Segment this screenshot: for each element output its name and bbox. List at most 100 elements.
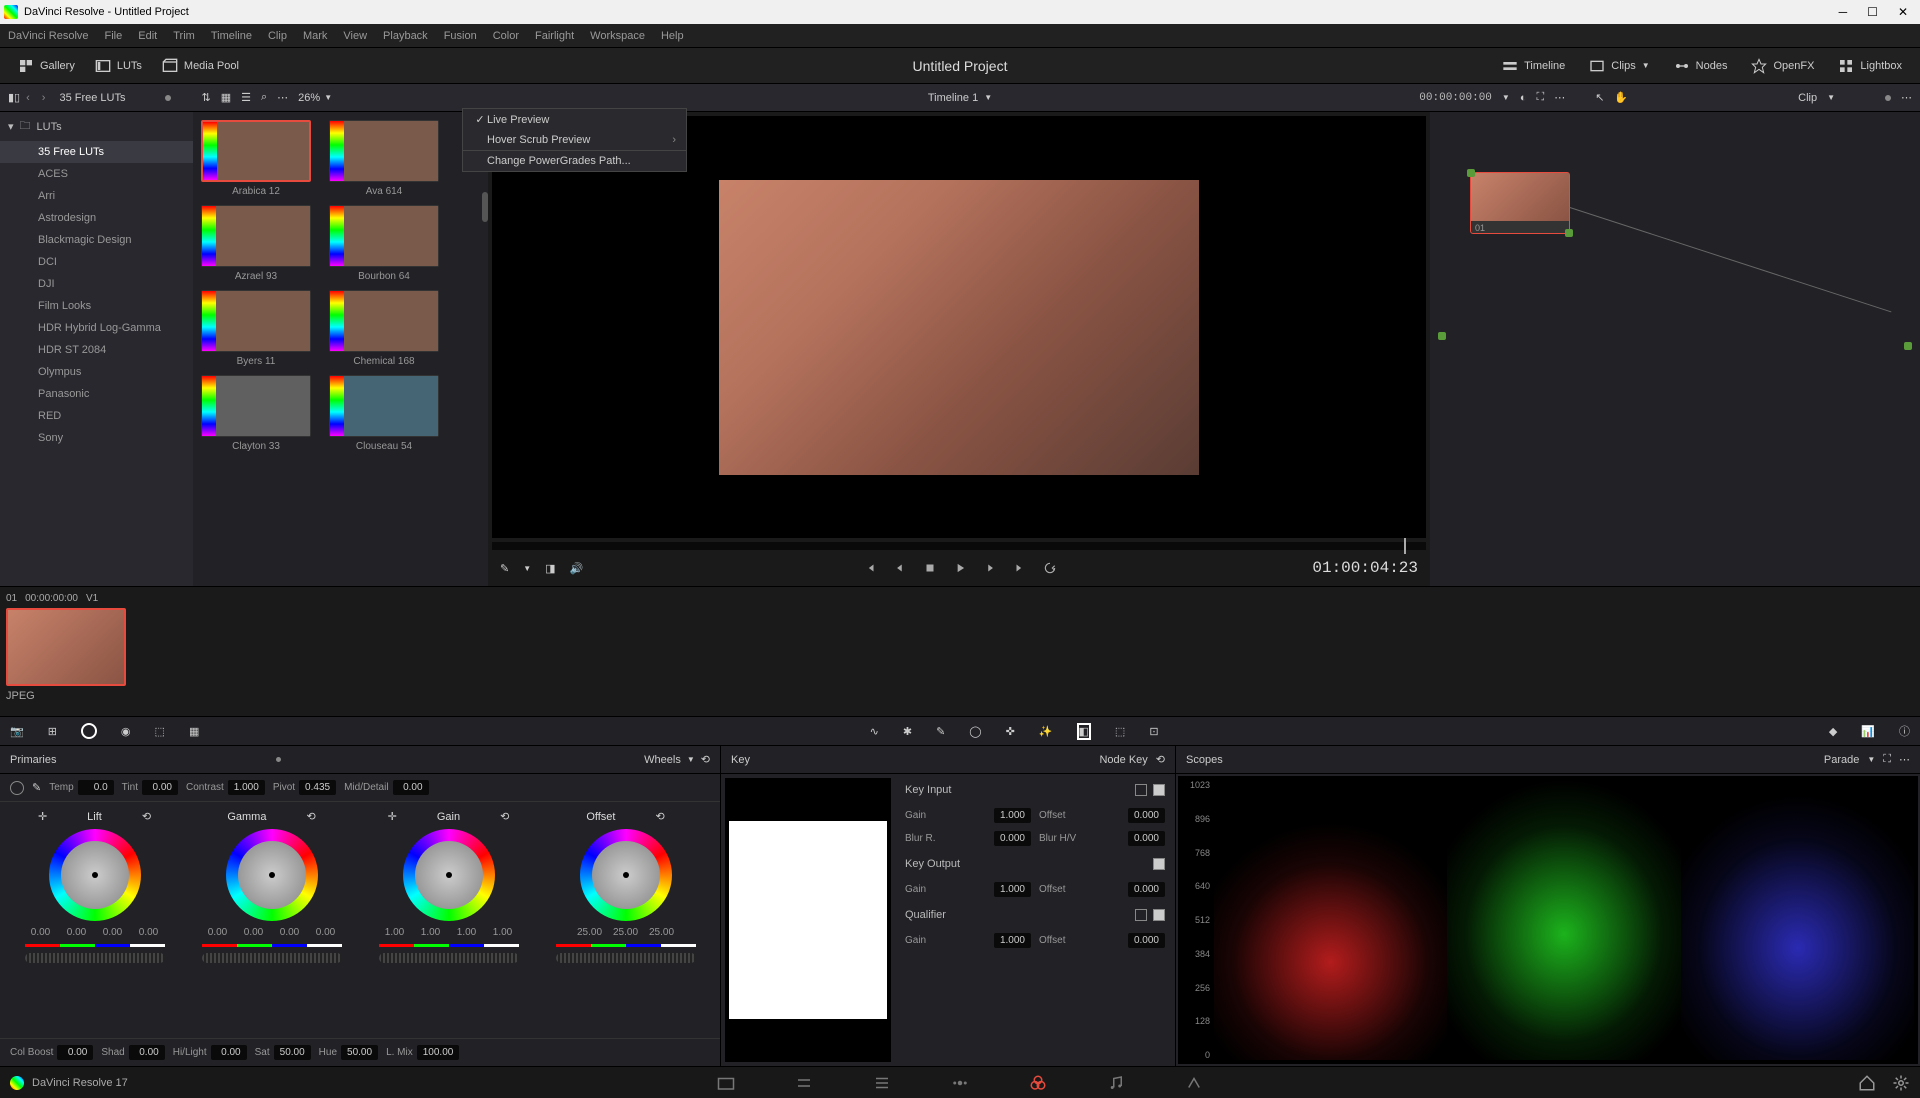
nodes-options-icon[interactable]: ⋯ <box>1901 91 1912 104</box>
gamma-jog[interactable] <box>202 953 342 963</box>
viewer-scrubber[interactable] <box>492 542 1426 550</box>
keyframe-icon[interactable]: ◆ <box>1829 725 1837 738</box>
lmix-input[interactable]: 100.00 <box>417 1045 460 1060</box>
window-icon[interactable]: ◯ <box>969 725 981 738</box>
prev-frame-icon[interactable] <box>893 561 907 575</box>
node-graph-output[interactable] <box>1904 342 1912 350</box>
clips-button[interactable]: Clips ▼ <box>1579 54 1659 78</box>
settings-icon[interactable] <box>1892 1074 1910 1092</box>
lut-folder-sony[interactable]: Sony <box>0 427 193 449</box>
lightbox-button[interactable]: Lightbox <box>1828 54 1912 78</box>
scrub-playhead[interactable] <box>1404 538 1406 554</box>
lut-folder-filmlooks[interactable]: Film Looks <box>0 295 193 317</box>
reference-wipe-icon[interactable]: ◐ <box>1520 92 1527 104</box>
lut-folder-aces[interactable]: ACES <box>0 163 193 185</box>
temp-input[interactable]: 0.0 <box>78 780 114 795</box>
menu-file[interactable]: File <box>105 30 123 42</box>
scopes-mode[interactable]: Parade <box>1824 754 1859 766</box>
lut-folder-dci[interactable]: DCI <box>0 251 193 273</box>
color-warper-icon[interactable]: ✱ <box>903 725 912 738</box>
scopes-expand-icon[interactable]: ⛶ <box>1883 753 1891 766</box>
color-page-icon[interactable] <box>1029 1074 1047 1092</box>
key-output-gain[interactable]: 1.000 <box>994 882 1031 897</box>
tracker-icon[interactable]: ✜ <box>1006 725 1015 738</box>
lut-folder-blackmagic[interactable]: Blackmagic Design <box>0 229 193 251</box>
viewer-timecode-display[interactable]: 01:00:04:23 <box>1312 559 1418 577</box>
node-key-label[interactable]: Node Key <box>1099 754 1147 766</box>
lut-folder-dji[interactable]: DJI <box>0 273 193 295</box>
picker-dropdown-icon[interactable]: ▼ <box>523 564 531 573</box>
next-frame-icon[interactable] <box>983 561 997 575</box>
lut-thumb-ava614[interactable]: Ava 614 <box>329 120 439 197</box>
openfx-button[interactable]: OpenFX <box>1741 54 1824 78</box>
lift-jog[interactable] <box>25 953 165 963</box>
nodes-button[interactable]: Nodes <box>1664 54 1738 78</box>
breadcrumb[interactable]: 35 Free LUTs <box>59 92 125 104</box>
magic-mask-icon[interactable]: ✨ <box>1039 725 1053 738</box>
node-01[interactable]: 01 <box>1470 172 1570 234</box>
gain-reset-icon[interactable]: ⟲ <box>500 810 509 823</box>
first-frame-icon[interactable] <box>863 561 877 575</box>
home-icon[interactable] <box>1858 1074 1876 1092</box>
menu-workspace[interactable]: Workspace <box>590 30 645 42</box>
nav-forward-icon[interactable]: › <box>36 90 52 106</box>
menu-edit[interactable]: Edit <box>138 30 157 42</box>
viewer-canvas[interactable] <box>492 116 1426 538</box>
zoom-level[interactable]: 26% <box>298 92 320 104</box>
cut-page-icon[interactable] <box>795 1074 813 1092</box>
sizing-icon[interactable]: ⊡ <box>1149 725 1158 738</box>
offset-jog[interactable] <box>556 953 696 963</box>
menu-trim[interactable]: Trim <box>173 30 195 42</box>
hdr-wheels-icon[interactable]: ◉ <box>121 725 131 738</box>
wheels-dropdown-icon[interactable]: ▼ <box>687 755 695 764</box>
color-match-icon[interactable]: ⊞ <box>48 725 57 738</box>
options-icon[interactable]: ⋯ <box>277 91 288 104</box>
audio-icon[interactable]: 🔊 <box>570 562 584 575</box>
list-view-icon[interactable]: ☰ <box>241 91 251 104</box>
sidebar-toggle-icon[interactable]: ▮▯ <box>8 91 20 104</box>
scopes-icon[interactable]: 📊 <box>1861 725 1875 738</box>
blur-icon[interactable]: ◧ <box>1077 723 1091 740</box>
pointer-tool-icon[interactable]: ↖ <box>1595 91 1604 104</box>
expand-icon[interactable]: ⛶ <box>1537 91 1545 104</box>
sat-input[interactable]: 50.00 <box>274 1045 311 1060</box>
lut-thumb-clouseau54[interactable]: Clouseau 54 <box>329 375 439 452</box>
nav-back-icon[interactable]: ‹ <box>20 90 36 106</box>
menu-fairlight[interactable]: Fairlight <box>535 30 574 42</box>
curves-icon[interactable]: ∿ <box>870 725 879 738</box>
menu-help[interactable]: Help <box>661 30 684 42</box>
gallery-button[interactable]: Gallery <box>8 54 85 78</box>
key-reset-icon[interactable]: ⟲ <box>1156 753 1165 766</box>
gain-jog[interactable] <box>379 953 519 963</box>
last-frame-icon[interactable] <box>1013 561 1027 575</box>
menu-playback[interactable]: Playback <box>383 30 428 42</box>
lut-thumb-chemical168[interactable]: Chemical 168 <box>329 290 439 367</box>
menu-color[interactable]: Color <box>493 30 519 42</box>
lut-scrollbar[interactable] <box>482 192 488 222</box>
lut-thumb-azrael93[interactable]: Azrael 93 <box>201 205 311 282</box>
lift-reset-icon[interactable]: ⟲ <box>142 810 151 823</box>
menu-timeline[interactable]: Timeline <box>211 30 252 42</box>
lut-folder-olympus[interactable]: Olympus <box>0 361 193 383</box>
menu-view[interactable]: View <box>343 30 367 42</box>
tint-input[interactable]: 0.00 <box>142 780 178 795</box>
menu-clip[interactable]: Clip <box>268 30 287 42</box>
clip-dropdown-icon[interactable]: ▼ <box>1827 93 1835 102</box>
fairlight-page-icon[interactable] <box>1107 1074 1125 1092</box>
offset-reset-icon[interactable]: ⟲ <box>655 810 664 823</box>
menu-live-preview[interactable]: ✓ Live Preview <box>463 109 686 130</box>
deliver-page-icon[interactable] <box>1185 1074 1203 1092</box>
shad-input[interactable]: 0.00 <box>129 1045 165 1060</box>
key-output-offset[interactable]: 0.000 <box>1128 882 1165 897</box>
picker-icon[interactable]: ✎ <box>500 562 509 575</box>
key-blur-hv[interactable]: 0.000 <box>1128 831 1165 846</box>
search-icon[interactable]: ⌕ <box>261 91 267 104</box>
media-page-icon[interactable] <box>717 1074 735 1092</box>
scopes-dropdown-icon[interactable]: ▼ <box>1867 755 1875 764</box>
key-input-gain[interactable]: 1.000 <box>994 808 1031 823</box>
hue-input[interactable]: 50.00 <box>341 1045 378 1060</box>
maximize-button[interactable]: ☐ <box>1867 5 1878 19</box>
timeline-name[interactable]: Timeline 1 <box>928 92 978 104</box>
color-wheels-icon[interactable] <box>81 723 97 739</box>
qualifier-offset[interactable]: 0.000 <box>1128 933 1165 948</box>
